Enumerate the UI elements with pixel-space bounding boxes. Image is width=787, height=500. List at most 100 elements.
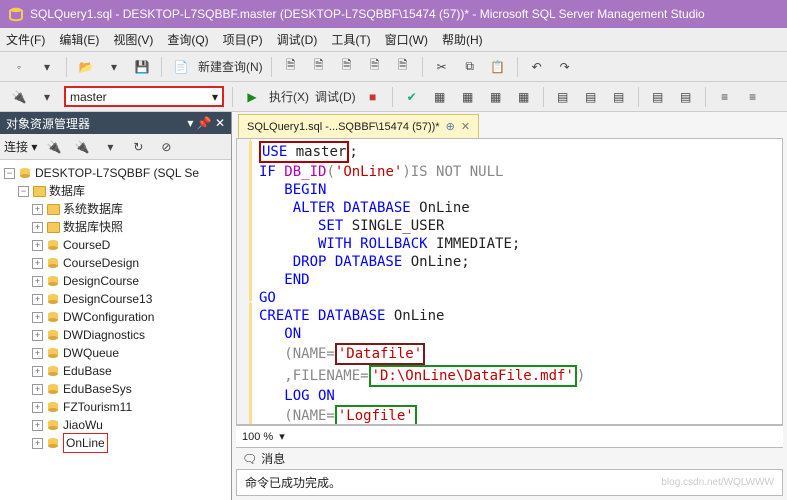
tree-db-node[interactable]: +JiaoWu	[4, 416, 231, 434]
database-selector[interactable]: master ▾	[64, 86, 224, 107]
editor-tab[interactable]: SQLQuery1.sql -...SQBBF\15474 (57))* ⊕ ✕	[238, 114, 479, 138]
menu-help[interactable]: 帮助(H)	[442, 31, 483, 48]
menu-query[interactable]: 查询(Q)	[167, 31, 208, 48]
indent-icon[interactable]: ≡	[714, 86, 736, 108]
pin-icon[interactable]: ⊕	[446, 120, 455, 133]
expand-icon[interactable]: +	[32, 330, 43, 341]
refresh-icon[interactable]: ↻	[127, 136, 149, 158]
comment-icon[interactable]: ▤	[647, 86, 669, 108]
plan-icon[interactable]: ▦	[429, 86, 451, 108]
execute-button[interactable]: 执行(X)	[269, 88, 309, 105]
expand-icon[interactable]: +	[32, 276, 43, 287]
plan4-icon[interactable]: ▦	[513, 86, 535, 108]
expand-icon[interactable]: +	[32, 384, 43, 395]
stop-icon[interactable]: ■	[362, 86, 384, 108]
plan2-icon[interactable]: ▦	[457, 86, 479, 108]
new-query-icon[interactable]: 📄	[170, 56, 192, 78]
tree-db-node[interactable]: +DesignCourse13	[4, 290, 231, 308]
tree-db-node[interactable]: +EduBaseSys	[4, 380, 231, 398]
mde-icon[interactable]: 🗎	[308, 56, 330, 78]
execute-icon[interactable]: ▶	[241, 86, 263, 108]
tree-sysdb-node[interactable]: + 系统数据库	[4, 200, 231, 218]
filter-icon[interactable]: ▾	[99, 136, 121, 158]
nav-fwd-icon[interactable]: ▾	[36, 56, 58, 78]
database-icon	[46, 382, 60, 396]
xmla-icon[interactable]: 🗎	[364, 56, 386, 78]
separator	[392, 87, 393, 107]
messages-tab[interactable]: 🗨 消息	[236, 447, 783, 469]
expand-icon[interactable]: +	[32, 402, 43, 413]
tree-db-node[interactable]: +CourseDesign	[4, 254, 231, 272]
expand-icon[interactable]: +	[32, 312, 43, 323]
close-icon[interactable]: ✕	[461, 120, 470, 133]
de-icon[interactable]: 🗎	[280, 56, 302, 78]
plan3-icon[interactable]: ▦	[485, 86, 507, 108]
tree-db-node[interactable]: +OnLine	[4, 434, 231, 452]
plug-icon[interactable]: 🔌	[43, 136, 65, 158]
tree-db-node[interactable]: +EduBase	[4, 362, 231, 380]
menu-edit[interactable]: 编辑(E)	[59, 31, 99, 48]
results-file-icon[interactable]: ▤	[608, 86, 630, 108]
separator	[161, 57, 162, 77]
new-query-button[interactable]: 新建查询(N)	[198, 58, 263, 75]
redo-icon[interactable]: ↷	[554, 56, 576, 78]
tree-db-node[interactable]: +CourseD	[4, 236, 231, 254]
chevron-down-icon[interactable]: ▾	[279, 430, 285, 443]
copy-icon[interactable]: ⧉	[459, 56, 481, 78]
menu-window[interactable]: 窗口(W)	[385, 31, 428, 48]
menu-tools[interactable]: 工具(T)	[331, 31, 370, 48]
tree-db-node[interactable]: +DWConfiguration	[4, 308, 231, 326]
debug-button[interactable]: 调试(D)	[315, 88, 356, 105]
expand-icon[interactable]: +	[32, 240, 43, 251]
parse-icon[interactable]: ✔	[401, 86, 423, 108]
connect-icon[interactable]: 🔌	[8, 86, 30, 108]
collapse-icon[interactable]: −	[18, 186, 29, 197]
object-explorer-title: 对象资源管理器	[6, 115, 90, 132]
uncomment-icon[interactable]: ▤	[675, 86, 697, 108]
outdent-icon[interactable]: ≡	[742, 86, 764, 108]
paste-icon[interactable]: 📋	[487, 56, 509, 78]
nav-back-icon[interactable]: ◦	[8, 56, 30, 78]
object-tree[interactable]: − DESKTOP-L7SQBBF (SQL Se − 数据库 + 系统数据库 …	[0, 160, 231, 500]
tree-databases-node[interactable]: − 数据库	[4, 182, 231, 200]
expand-icon[interactable]: +	[32, 258, 43, 269]
expand-icon[interactable]: +	[32, 348, 43, 359]
results-text-icon[interactable]: ▤	[580, 86, 602, 108]
sql-editor[interactable]: USE master; IF DB_ID('OnLine')IS NOT NUL…	[236, 138, 783, 425]
collapse-icon[interactable]: −	[4, 168, 15, 179]
tree-snapshot-node[interactable]: + 数据库快照	[4, 218, 231, 236]
main-area: 对象资源管理器 ▾ 📌 ✕ 连接 ▾ 🔌 🔌 ▾ ↻ ⊘ − DESKTOP-L…	[0, 112, 787, 500]
editor-tabstrip: SQLQuery1.sql -...SQBBF\15474 (57))* ⊕ ✕	[232, 112, 787, 138]
undo-icon[interactable]: ↶	[526, 56, 548, 78]
save-all-icon[interactable]: 💾	[131, 56, 153, 78]
open-icon[interactable]: 📂	[75, 56, 97, 78]
tree-db-node[interactable]: +DWQueue	[4, 344, 231, 362]
results-grid-icon[interactable]: ▤	[552, 86, 574, 108]
disconnect-icon[interactable]: ▾	[36, 86, 58, 108]
tree-server-node[interactable]: − DESKTOP-L7SQBBF (SQL Se	[4, 164, 231, 182]
tree-db-node[interactable]: +DWDiagnostics	[4, 326, 231, 344]
zoom-value[interactable]: 100 %	[242, 431, 273, 443]
separator	[705, 87, 706, 107]
expand-icon[interactable]: +	[32, 294, 43, 305]
object-explorer: 对象资源管理器 ▾ 📌 ✕ 连接 ▾ 🔌 🔌 ▾ ↻ ⊘ − DESKTOP-L…	[0, 112, 232, 500]
menu-project[interactable]: 项目(P)	[223, 31, 263, 48]
menu-debug[interactable]: 调试(D)	[277, 31, 318, 48]
tree-db-node[interactable]: +DesignCourse	[4, 272, 231, 290]
plug2-icon[interactable]: 🔌	[71, 136, 93, 158]
expand-icon[interactable]: +	[32, 420, 43, 431]
expand-icon[interactable]: +	[32, 366, 43, 377]
save-icon[interactable]: ▾	[103, 56, 125, 78]
object-explorer-header: 对象资源管理器 ▾ 📌 ✕	[0, 112, 231, 134]
expand-icon[interactable]: +	[32, 438, 43, 449]
expand-icon[interactable]: +	[32, 204, 43, 215]
cut-icon[interactable]: ✂	[431, 56, 453, 78]
dax-icon[interactable]: 🗎	[392, 56, 414, 78]
menu-view[interactable]: 视图(V)	[113, 31, 153, 48]
connect-button[interactable]: 连接 ▾	[4, 138, 37, 155]
menu-file[interactable]: 文件(F)	[6, 31, 45, 48]
tree-db-node[interactable]: +FZTourism11	[4, 398, 231, 416]
dmx-icon[interactable]: 🗎	[336, 56, 358, 78]
expand-icon[interactable]: +	[32, 222, 43, 233]
stop-refresh-icon[interactable]: ⊘	[155, 136, 177, 158]
